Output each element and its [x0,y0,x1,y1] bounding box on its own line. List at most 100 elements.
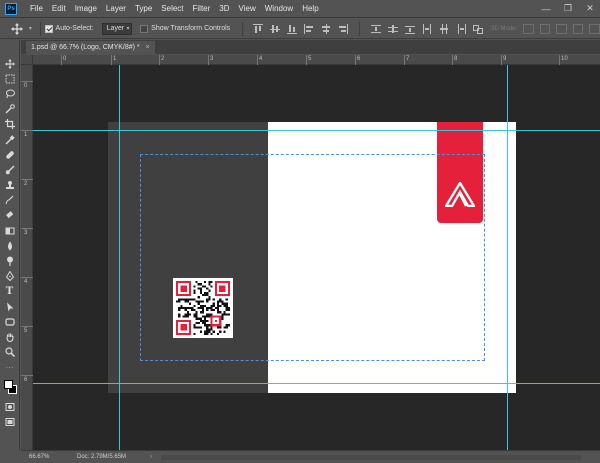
blur-tool-icon[interactable] [2,238,18,253]
menu-help[interactable]: Help [302,4,318,13]
3d-orbit-icon[interactable] [523,23,534,34]
move-tool-icon[interactable] [2,56,18,71]
menu-window[interactable]: Window [265,4,293,13]
menu-bar: Ps File Edit Image Layer Type Select Fil… [0,0,600,18]
ruler-tick-label: 0 [63,56,67,62]
ruler-tick-label: 4 [24,279,28,285]
ruler-tick-label: 3 [24,230,28,236]
history-brush-tool-icon[interactable] [2,193,18,208]
dodge-tool-icon[interactable] [2,253,18,268]
ruler-origin[interactable] [21,55,33,65]
3d-pan-icon[interactable] [556,23,567,34]
quick-select-tool-icon[interactable] [2,102,18,117]
qr-code-image [176,281,230,335]
distribute-top-icon[interactable] [371,24,382,34]
menu-edit[interactable]: Edit [52,4,66,13]
lasso-tool-icon[interactable] [2,86,18,101]
brush-tool-icon[interactable] [2,162,18,177]
document-size: Doc: 2.79M/5.65M [77,454,127,460]
ruler-tick-label: 4 [259,56,263,62]
ruler-tick-label: 5 [308,56,312,62]
distribute-vertical-center-icon[interactable] [388,24,399,34]
screen-mode-icon[interactable] [2,414,18,429]
zoom-tool-icon[interactable] [2,345,18,360]
options-separator [39,21,41,36]
gradient-tool-icon[interactable] [2,223,18,238]
pen-tool-icon[interactable] [2,269,18,284]
healing-brush-tool-icon[interactable] [2,147,18,162]
menu-select[interactable]: Select [161,4,183,13]
ruler-tick-label: 2 [161,56,165,62]
ruler-tick-label: 2 [24,181,28,187]
eraser-tool-icon[interactable] [2,208,18,223]
path-selection-tool-icon[interactable] [2,299,18,314]
document-tab[interactable]: 1.psd @ 66.7% (Logo, CMYK/8#) * × [26,41,155,54]
zoom-level[interactable]: 66.67% [21,454,51,460]
menu-layer[interactable]: Layer [106,4,126,13]
horizontal-scrollbar[interactable] [161,455,581,460]
vertical-ruler[interactable]: 0 1 2 3 4 5 6 [21,65,33,450]
ruler-tick-label: 6 [357,56,361,62]
horizontal-ruler[interactable]: 0 1 2 3 4 5 6 7 8 9 10 [33,55,600,65]
menu-type[interactable]: Type [135,4,152,13]
align-vertical-center-icon[interactable] [270,24,281,34]
show-transform-label: Show Transform Controls [151,25,231,32]
distribute-bottom-icon[interactable] [405,24,416,34]
hand-tool-icon[interactable] [2,329,18,344]
chevron-down-icon: ▾ [126,26,130,32]
menu-3d[interactable]: 3D [219,4,229,13]
auto-select-target-dropdown[interactable]: Layer ▾ [101,22,133,35]
options-bar: ▾ Auto-Select: Layer ▾ Show Transform Co… [0,19,600,39]
rectangle-tool-icon[interactable] [2,314,18,329]
clone-stamp-tool-icon[interactable] [2,178,18,193]
minimize-button[interactable]: — [540,3,552,14]
menu-file[interactable]: File [30,4,43,13]
align-right-icon[interactable] [338,23,349,34]
align-buttons [253,21,484,36]
menu-image[interactable]: Image [75,4,97,13]
align-bottom-icon[interactable] [287,24,298,34]
quick-mask-icon[interactable] [2,399,18,414]
crop-tool-icon[interactable] [2,117,18,132]
move-tool-preset-icon[interactable] [6,21,29,37]
3d-roll-icon[interactable] [539,23,551,34]
auto-select-checkbox[interactable] [44,24,53,33]
3d-scale-icon[interactable] [589,23,600,34]
photoshop-logo: Ps [5,2,17,15]
document-tab-bar: 1.psd @ 66.7% (Logo, CMYK/8#) * × [21,40,600,54]
align-top-icon[interactable] [253,23,264,34]
foreground-color-swatch[interactable] [3,379,13,389]
marquee-tool-icon[interactable] [2,71,18,86]
menu-filter[interactable]: Filter [193,4,211,13]
menu-view[interactable]: View [239,4,256,13]
distribute-left-icon[interactable] [422,23,432,34]
3d-slide-icon[interactable] [572,23,584,34]
qr-code[interactable] [173,278,233,338]
type-tool-icon[interactable]: T [2,284,18,299]
guide-vertical-right[interactable] [507,65,508,450]
align-left-icon[interactable] [304,23,314,34]
guide-vertical-left[interactable] [119,65,120,450]
distribute-right-icon[interactable] [456,23,467,34]
window-controls: — ❐ ✕ [540,3,596,14]
status-menu-arrow-icon[interactable]: › [150,454,152,460]
canvas-area[interactable] [33,65,600,450]
options-separator [359,21,361,36]
auto-select-label: Auto-Select: [55,25,94,32]
ruler-tick-label: 8 [454,56,458,62]
auto-align-layers-icon[interactable] [473,24,484,34]
close-window-button[interactable]: ✕ [584,3,596,14]
color-swatches[interactable] [2,377,18,399]
document-tab-title: 1.psd @ 66.7% (Logo, CMYK/8#) * [31,44,140,51]
ruler-tick-label: 9 [503,56,507,62]
auto-select-target-value: Layer [106,25,125,32]
restore-button[interactable]: ❐ [562,3,574,14]
preset-chevron-icon[interactable]: ▾ [29,25,32,32]
close-tab-icon[interactable]: × [146,44,150,51]
more-tools-icon[interactable]: ··· [2,360,18,375]
eyedropper-tool-icon[interactable] [2,132,18,147]
show-transform-checkbox[interactable] [140,24,149,33]
align-horizontal-center-icon[interactable] [321,23,331,34]
status-bar: 66.67% Doc: 2.79M/5.65M › [21,450,600,463]
distribute-horizontal-center-icon[interactable] [439,23,449,34]
